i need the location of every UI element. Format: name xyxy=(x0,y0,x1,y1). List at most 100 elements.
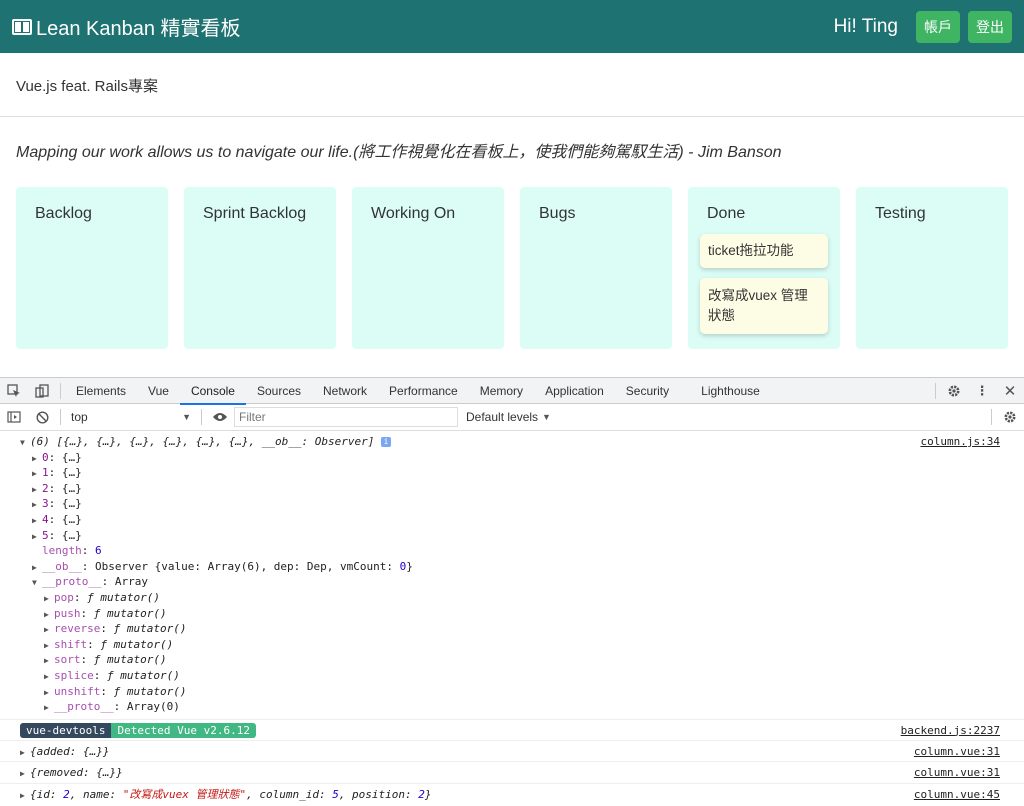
obj-id: 2 xyxy=(63,787,70,801)
expand-triangle-icon[interactable]: ▶ xyxy=(44,700,54,716)
expand-triangle-icon[interactable]: ▶ xyxy=(20,763,30,784)
log-levels-label: Default levels xyxy=(466,410,539,424)
ticket-card[interactable]: ticket拖拉功能 xyxy=(700,234,828,268)
added-log[interactable]: ▶ {added: {…}} column.vue:31 xyxy=(0,739,1024,763)
expand-triangle-icon[interactable]: ▶ xyxy=(44,607,54,623)
tab-vue[interactable]: Vue xyxy=(137,378,180,404)
column-sprint-backlog[interactable]: Sprint Backlog xyxy=(184,187,336,349)
column-done[interactable]: Done ticket拖拉功能 改寫成vuex 管理狀態 xyxy=(688,187,840,349)
expand-triangle-icon[interactable]: ▶ xyxy=(44,653,54,669)
expand-triangle-icon[interactable]: ▶ xyxy=(20,742,30,763)
eye-icon[interactable] xyxy=(206,404,234,430)
column-testing[interactable]: Testing xyxy=(856,187,1008,349)
clear-console-icon[interactable] xyxy=(28,404,56,430)
tab-memory[interactable]: Memory xyxy=(469,378,534,404)
tab-performance[interactable]: Performance xyxy=(378,378,469,404)
array-item[interactable]: ▶ 1: {…} xyxy=(0,465,1024,481)
method-line[interactable]: ▶ sort: ƒ mutator() xyxy=(0,652,1024,668)
tab-console[interactable]: Console xyxy=(179,378,246,405)
item-key: 1 xyxy=(42,466,49,480)
log-levels-dropdown[interactable]: Default levels ▼ xyxy=(466,410,551,424)
context-select[interactable]: top ▼ xyxy=(65,407,197,427)
tab-elements[interactable]: Elements xyxy=(65,378,137,404)
expand-triangle-icon[interactable]: ▶ xyxy=(32,482,42,498)
array-summary: (6) [{…}, {…}, {…}, {…}, {…}, {…}, __ob_… xyxy=(30,435,375,448)
expand-triangle-icon[interactable]: ▶ xyxy=(32,529,42,545)
tab-security[interactable]: Security xyxy=(615,378,680,404)
expand-triangle-icon[interactable]: ▶ xyxy=(44,669,54,685)
array-log-line[interactable]: ▼ (6) [{…}, {…}, {…}, {…}, {…}, {…}, __ob… xyxy=(0,434,1024,450)
expand-triangle-icon[interactable]: ▶ xyxy=(32,451,42,467)
method-line[interactable]: ▶ reverse: ƒ mutator() xyxy=(0,621,1024,637)
filter-input[interactable] xyxy=(234,407,458,427)
method-line[interactable]: ▶ shift: ƒ mutator() xyxy=(0,637,1024,653)
source-link[interactable]: column.vue:31 xyxy=(914,741,1000,762)
source-link[interactable]: backend.js:2237 xyxy=(901,720,1000,741)
source-link[interactable]: column.vue:45 xyxy=(914,784,1000,805)
method-key: unshift xyxy=(54,684,101,698)
column-title: Testing xyxy=(875,205,926,222)
column-title: Working On xyxy=(371,205,456,222)
brand[interactable]: Lean Kanban 精實看板 xyxy=(12,12,241,41)
tab-network[interactable]: Network xyxy=(312,378,378,404)
expand-triangle-icon[interactable]: ▶ xyxy=(44,622,54,638)
expand-triangle-icon[interactable]: ▶ xyxy=(32,497,42,513)
array-item[interactable]: ▶ 0: {…} xyxy=(0,450,1024,466)
length-key: length xyxy=(42,544,82,558)
expand-triangle-icon[interactable]: ▶ xyxy=(44,638,54,654)
removed-log[interactable]: ▶ {removed: {…}} column.vue:31 xyxy=(0,761,1024,782)
method-value: ƒ mutator() xyxy=(93,606,167,620)
expand-triangle-icon[interactable]: ▶ xyxy=(44,685,54,701)
item-key: 3 xyxy=(42,497,49,511)
obj-pos: 2 xyxy=(418,787,425,801)
column-backlog[interactable]: Backlog xyxy=(16,187,168,349)
console-settings xyxy=(987,404,1024,430)
close-icon[interactable]: ✕ xyxy=(996,378,1024,404)
array-item[interactable]: ▶ 2: {…} xyxy=(0,481,1024,497)
source-link[interactable]: column.js:34 xyxy=(921,434,1000,450)
item-value: {…} xyxy=(61,512,82,526)
object-log[interactable]: ▶ {id: 2, name: "改寫成vuex 管理狀態", column_id… xyxy=(0,782,1024,806)
method-value: ƒ mutator() xyxy=(93,653,167,667)
account-button[interactable]: 帳戶 xyxy=(916,10,960,43)
method-key: sort xyxy=(54,653,81,667)
expand-triangle-icon[interactable]: ▶ xyxy=(32,466,42,482)
item-value: {…} xyxy=(61,497,82,511)
item-value: {…} xyxy=(61,450,82,464)
dropdown-arrow-icon: ▼ xyxy=(182,412,191,422)
method-line[interactable]: ▶ pop: ƒ mutator() xyxy=(0,590,1024,606)
project-quote: Mapping our work allows us to navigate o… xyxy=(16,144,782,161)
divider xyxy=(201,409,202,425)
array-item[interactable]: ▶ 4: {…} xyxy=(0,512,1024,528)
expand-triangle-icon[interactable]: ▶ xyxy=(32,513,42,529)
method-line[interactable]: ▶ unshift: ƒ mutator() xyxy=(0,684,1024,700)
method-line[interactable]: ▶ push: ƒ mutator() xyxy=(0,606,1024,622)
ticket-card[interactable]: 改寫成vuex 管理狀態 xyxy=(700,278,828,334)
device-toggle-icon[interactable] xyxy=(28,378,56,404)
column-working-on[interactable]: Working On xyxy=(352,187,504,349)
proto-key: __proto__ xyxy=(54,700,114,714)
kanban-board: Backlog Sprint Backlog Working On Bugs D… xyxy=(16,187,1008,349)
proto-property[interactable]: ▼ __proto__: Array xyxy=(0,574,1024,590)
inspect-icon[interactable] xyxy=(0,378,28,404)
logout-button[interactable]: 登出 xyxy=(968,10,1012,43)
tab-application[interactable]: Application xyxy=(534,378,615,404)
source-link[interactable]: column.vue:31 xyxy=(914,762,1000,783)
gear-icon[interactable] xyxy=(940,378,968,404)
array-item[interactable]: ▶ 3: {…} xyxy=(0,496,1024,512)
column-bugs[interactable]: Bugs xyxy=(520,187,672,349)
collapse-triangle-icon[interactable]: ▼ xyxy=(32,575,42,591)
expand-triangle-icon[interactable]: ▶ xyxy=(20,785,30,806)
more-menu-icon[interactable]: ⋮ xyxy=(968,378,996,404)
ob-property[interactable]: ▶ __ob__: Observer {value: Array(6), dep:… xyxy=(0,559,1024,575)
tab-sources[interactable]: Sources xyxy=(246,378,312,404)
tab-lighthouse[interactable]: Lighthouse xyxy=(690,378,771,404)
method-line[interactable]: ▶ splice: ƒ mutator() xyxy=(0,668,1024,684)
expand-triangle-icon[interactable]: ▶ xyxy=(32,560,42,576)
console-settings-gear-icon[interactable] xyxy=(996,404,1024,430)
inner-proto-line[interactable]: ▶ __proto__: Array(0) xyxy=(0,699,1024,715)
sidebar-toggle-icon[interactable] xyxy=(0,404,28,430)
array-item[interactable]: ▶ 5: {…} xyxy=(0,528,1024,544)
expand-triangle-icon[interactable]: ▶ xyxy=(44,591,54,607)
collapse-triangle-icon[interactable]: ▼ xyxy=(20,435,30,451)
